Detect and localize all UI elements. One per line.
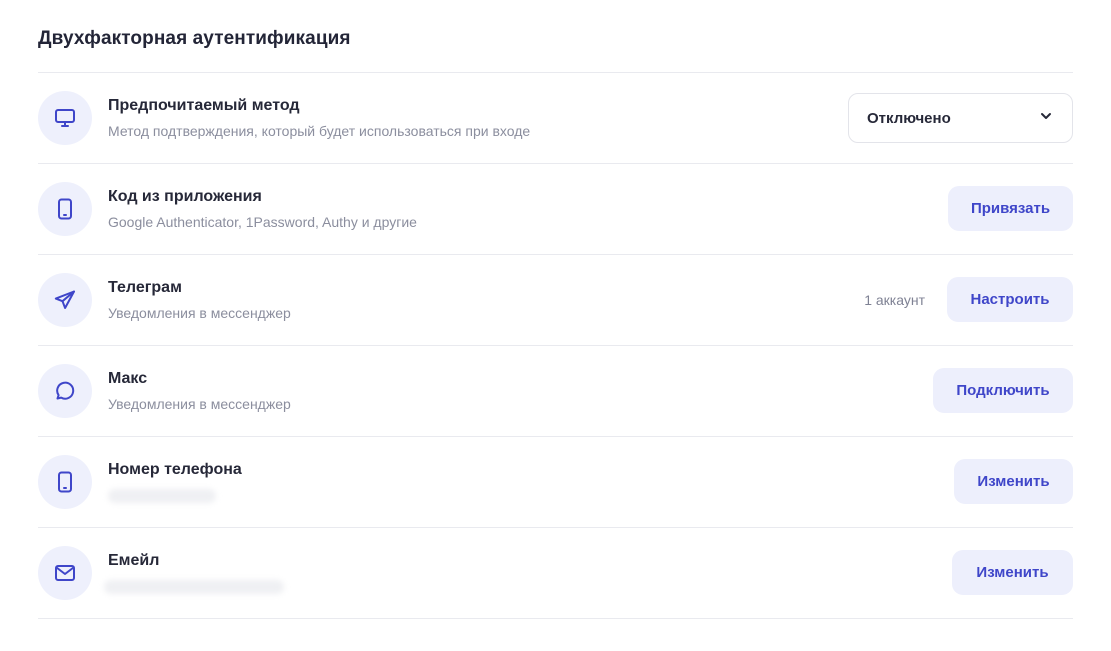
row-subtitle: Google Authenticator, 1Password, Authy и… <box>108 214 417 230</box>
row-title: Код из приложения <box>108 188 262 205</box>
row-subtitle: Метод подтверждения, который будет испол… <box>108 123 531 139</box>
smartphone-icon <box>38 455 92 509</box>
blurred-phone-number <box>108 489 216 503</box>
row-title: Телеграм <box>108 279 182 296</box>
change-email-button[interactable]: Изменить <box>952 550 1073 595</box>
change-phone-button[interactable]: Изменить <box>954 459 1073 504</box>
row-authenticator-app: Код из приложения Google Authenticator, … <box>38 164 1073 255</box>
monitor-icon <box>38 91 92 145</box>
row-email: Емейл Изменить <box>38 528 1073 619</box>
row-phone-number: Номер телефона Изменить <box>38 437 1073 528</box>
row-text: Емейл <box>104 550 284 594</box>
row-subtitle: Уведомления в мессенджер <box>108 396 291 412</box>
row-telegram: Телеграм Уведомления в мессенджер 1 акка… <box>38 255 1073 346</box>
row-text: Предпочитаемый метод Метод подтверждения… <box>108 95 530 141</box>
two-factor-settings-page: Двухфакторная аутентификация Предпочитае… <box>0 0 1111 651</box>
row-text: Номер телефона <box>108 459 242 503</box>
auth-methods-list: Предпочитаемый метод Метод подтверждения… <box>38 72 1073 619</box>
mail-icon <box>38 546 92 600</box>
row-title: Макс <box>108 370 148 387</box>
chat-bubble-icon <box>38 364 92 418</box>
section-title: Двухфакторная аутентификация <box>38 28 351 49</box>
row-title: Емейл <box>108 552 160 569</box>
blurred-email <box>104 580 284 594</box>
row-title: Предпочитаемый метод <box>108 97 300 114</box>
configure-telegram-button[interactable]: Настроить <box>947 277 1073 322</box>
row-subtitle: Уведомления в мессенджер <box>108 305 291 321</box>
telegram-account-count: 1 аккаунт <box>864 291 925 308</box>
link-app-button[interactable]: Привязать <box>948 186 1073 231</box>
row-preferred-method: Предпочитаемый метод Метод подтверждения… <box>38 73 1073 164</box>
row-text: Телеграм Уведомления в мессенджер <box>108 277 291 323</box>
chevron-down-icon <box>1038 108 1054 129</box>
smartphone-icon <box>38 182 92 236</box>
preferred-method-select[interactable]: Отключено <box>848 93 1073 143</box>
row-text: Код из приложения Google Authenticator, … <box>108 186 417 232</box>
row-max: Макс Уведомления в мессенджер Подключить <box>38 346 1073 437</box>
row-text: Макс Уведомления в мессенджер <box>108 368 291 414</box>
select-value: Отключено <box>867 109 951 127</box>
telegram-icon <box>38 273 92 327</box>
row-title: Номер телефона <box>108 461 242 478</box>
connect-max-button[interactable]: Подключить <box>933 368 1073 413</box>
